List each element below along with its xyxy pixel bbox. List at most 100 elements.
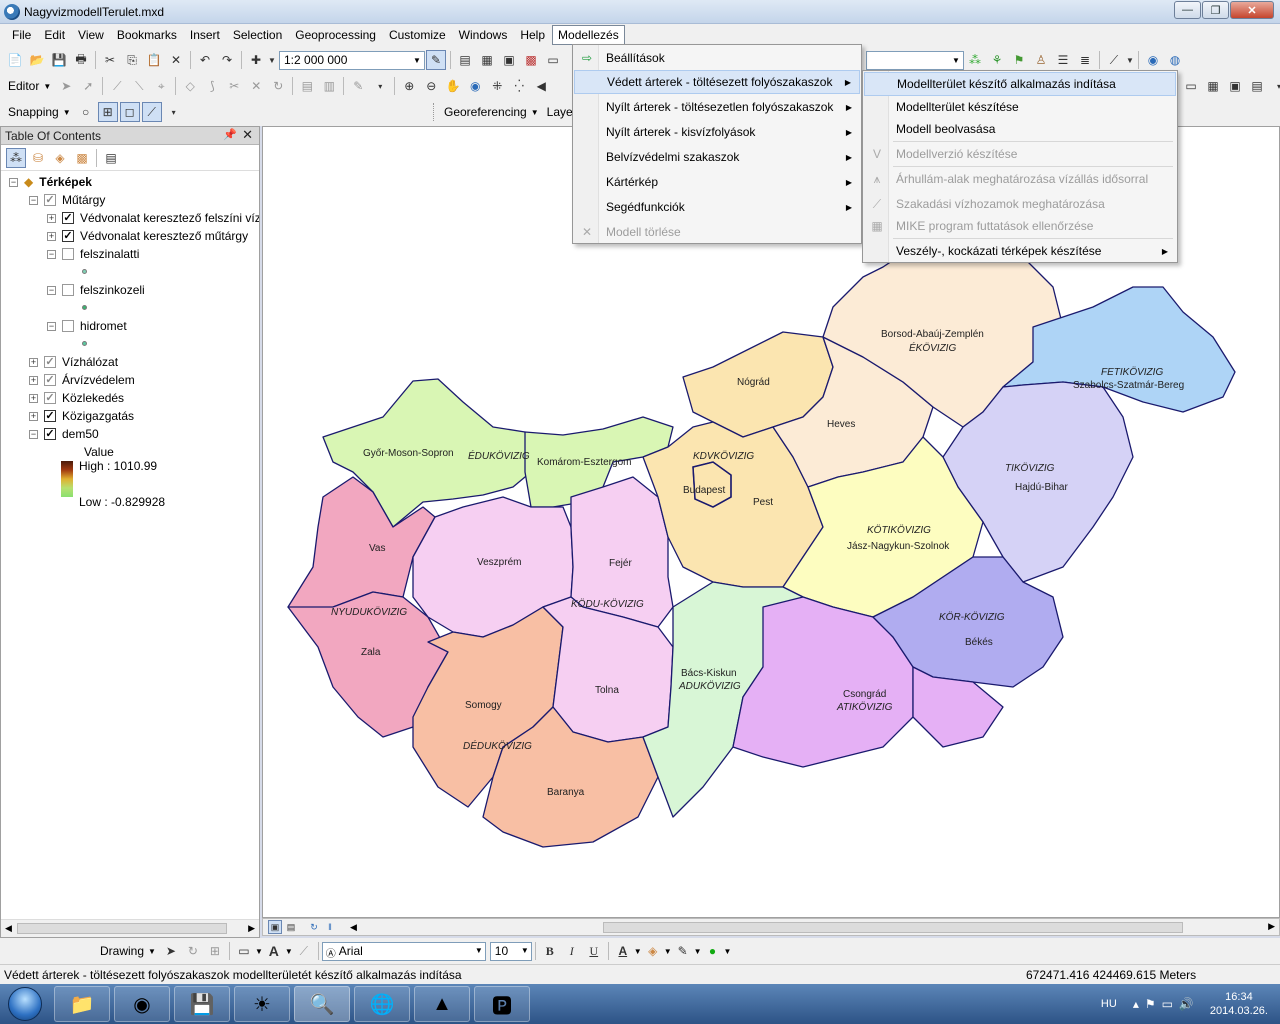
layer-visibility-checkbox[interactable] [62, 320, 74, 332]
menu-item-nyilt-arterek-toltesezetlen[interactable]: Nyílt árterek - töltésezetlen folyószaka… [574, 95, 860, 119]
chevron-down-icon[interactable]: ▼ [521, 946, 529, 955]
language-indicator[interactable]: HU [1101, 998, 1117, 1010]
layer-visibility-checkbox[interactable]: ✓ [44, 428, 56, 440]
save-icon[interactable]: 💾 [49, 50, 69, 70]
paste-icon[interactable]: 📋 [144, 50, 164, 70]
edit-vertices-icon[interactable]: ◇ [180, 76, 200, 96]
clock[interactable]: 16:34 2014.03.26. [1210, 990, 1268, 1018]
start-button[interactable] [0, 984, 50, 1024]
delete-icon[interactable]: ✕ [166, 50, 186, 70]
collapse-icon[interactable]: − [29, 195, 38, 205]
person-icon[interactable]: ♙ [1031, 50, 1051, 70]
maximize-button[interactable]: ❐ [1202, 1, 1229, 19]
layer-visibility-checkbox[interactable]: ✓ [44, 410, 56, 422]
font-size-select[interactable]: 10 ▼ [489, 941, 532, 961]
menu-customize[interactable]: Customize [383, 25, 452, 45]
table-icon[interactable]: ▦ [1203, 76, 1223, 96]
point-snapping-icon[interactable]: ○ [76, 102, 96, 122]
underline-icon[interactable]: U [584, 941, 604, 961]
chrome-taskbar-icon[interactable]: ◉ [114, 986, 170, 1022]
menu-bookmarks[interactable]: Bookmarks [111, 25, 183, 45]
layers-icon[interactable]: ≣ [1075, 50, 1095, 70]
options-icon[interactable]: ▤ [101, 148, 121, 168]
submenu-item-veszely-terkepek[interactable]: Veszély-, kockázati térképek készítése ▶ [864, 239, 1176, 263]
chevron-down-icon[interactable]: ▼ [531, 108, 539, 117]
scroll-left-icon[interactable]: ◀ [350, 922, 357, 933]
chevron-down-icon[interactable]: ▼ [664, 947, 672, 956]
refresh-icon[interactable]: ↻ [307, 920, 321, 934]
toc-item-hidromet[interactable]: − hidromet [47, 317, 127, 335]
expand-icon[interactable]: + [29, 357, 38, 367]
vertex-snapping-icon[interactable]: ◻ [119, 102, 140, 122]
menu-item-segedfunkciok[interactable]: Segédfunkciók ▶ [574, 195, 860, 219]
fingerprint-icon[interactable]: ⁂ [965, 50, 985, 70]
toolbar-options-icon[interactable]: ▾ [1269, 76, 1280, 96]
catalog-window-icon[interactable]: ▦ [477, 50, 497, 70]
split-icon[interactable]: ✕ [246, 76, 266, 96]
font-color-icon[interactable]: A [613, 941, 633, 961]
scroll-right-icon[interactable]: ▶ [248, 923, 255, 934]
toc-item-felszinalatti[interactable]: − felszinalatti [47, 245, 139, 263]
chevron-down-icon[interactable]: ▼ [43, 82, 51, 91]
submenu-item-modellterulet-keszitese[interactable]: Modellterület készítése [864, 95, 1176, 119]
chevron-down-icon[interactable]: ▼ [694, 947, 702, 956]
search-window-icon[interactable]: ▣ [499, 50, 519, 70]
layer-select-box[interactable]: ▼ [866, 50, 964, 70]
editor-menu-button[interactable]: Editor [4, 79, 43, 93]
arcmap-taskbar-icon[interactable]: 🔍 [294, 986, 350, 1022]
rotate-icon[interactable]: ↻ [268, 76, 288, 96]
menu-file[interactable]: File [6, 25, 37, 45]
expand-icon[interactable]: + [29, 411, 38, 421]
toolbar-options-icon[interactable]: ▾ [164, 102, 184, 122]
expand-icon[interactable]: + [47, 213, 56, 223]
stack-icon[interactable]: ☰ [1053, 50, 1073, 70]
rotate-icon[interactable]: ↻ [183, 941, 203, 961]
chevron-down-icon[interactable]: ▼ [285, 947, 293, 956]
expand-icon[interactable]: + [29, 375, 38, 385]
globe-icon[interactable]: ◉ [1143, 50, 1163, 70]
map-scale-input[interactable]: 1:2 000 000 ▼ [279, 50, 425, 70]
toc-item-kozigazgatas[interactable]: + ✓ Közigazgatás [29, 407, 134, 425]
explorer-taskbar-icon[interactable]: 📁 [54, 986, 110, 1022]
edit-vertices-icon[interactable]: ⟋ [294, 941, 314, 961]
list-by-visibility-icon[interactable]: ◈ [50, 148, 70, 168]
chevron-down-icon[interactable]: ▼ [949, 52, 963, 69]
back-extent-icon[interactable]: ◀ [531, 76, 551, 96]
end-snapping-icon[interactable]: ⊞ [97, 102, 118, 122]
app-taskbar-icon[interactable]: ☀ [234, 986, 290, 1022]
sketch-properties-icon[interactable]: ▥ [319, 76, 339, 96]
zoom-to-selected-icon[interactable]: ⊞ [205, 941, 225, 961]
zoom-in-icon[interactable]: ⊕ [399, 76, 419, 96]
submenu-item-arhullam[interactable]: ⩚ Árhullám-alak meghatározása vízállás i… [864, 167, 1176, 191]
undo-icon[interactable]: ↶ [195, 50, 215, 70]
toc-item-dem50[interactable]: − ✓ dem50 [29, 425, 99, 443]
collapse-icon[interactable]: − [29, 429, 38, 439]
submenu-item-modellterulet-alkalmazas[interactable]: Modellterület készítő alkalmazás indítás… [864, 72, 1176, 96]
trace-icon[interactable]: ⌖ [151, 76, 171, 96]
toolbar-grip[interactable] [433, 103, 437, 121]
powerpoint-taskbar-icon[interactable]: 🅿 [474, 986, 530, 1022]
data-view-icon[interactable]: ▣ [268, 920, 282, 934]
minimize-button[interactable]: — [1174, 1, 1201, 19]
pin-icon[interactable]: 📌 [223, 128, 237, 141]
endpoint-arc-icon[interactable]: ⟍ [129, 76, 149, 96]
edit-tool-icon[interactable]: ➤ [56, 76, 76, 96]
create-features-icon[interactable]: ✎ [348, 76, 368, 96]
model-icon[interactable]: ▤ [1247, 76, 1267, 96]
submenu-item-mike[interactable]: ▦ MIKE program futtatások ellenőrzése [864, 214, 1176, 238]
marker-color-icon[interactable]: ● [703, 941, 723, 961]
toc-item-vizhalozat[interactable]: + ✓ Vízhálózat [29, 353, 118, 371]
edit-annotation-icon[interactable]: ➚ [78, 76, 98, 96]
scrollbar-thumb[interactable] [603, 922, 1183, 933]
chevron-down-icon[interactable]: ▼ [255, 947, 263, 956]
chevron-down-icon[interactable]: ▼ [634, 947, 642, 956]
layer-visibility-checkbox[interactable]: ✓ [62, 230, 74, 242]
menu-help[interactable]: Help [514, 25, 551, 45]
full-extent-globe-icon[interactable]: ◉ [465, 76, 485, 96]
menu-selection[interactable]: Selection [227, 25, 288, 45]
select-elements-icon[interactable]: ➤ [161, 941, 181, 961]
bold-icon[interactable]: B [540, 941, 560, 961]
georeferencing-menu-button[interactable]: Georeferencing [440, 105, 531, 119]
chevron-down-icon[interactable]: ▼ [410, 52, 424, 69]
print-icon[interactable]: 🖶 [71, 50, 91, 70]
